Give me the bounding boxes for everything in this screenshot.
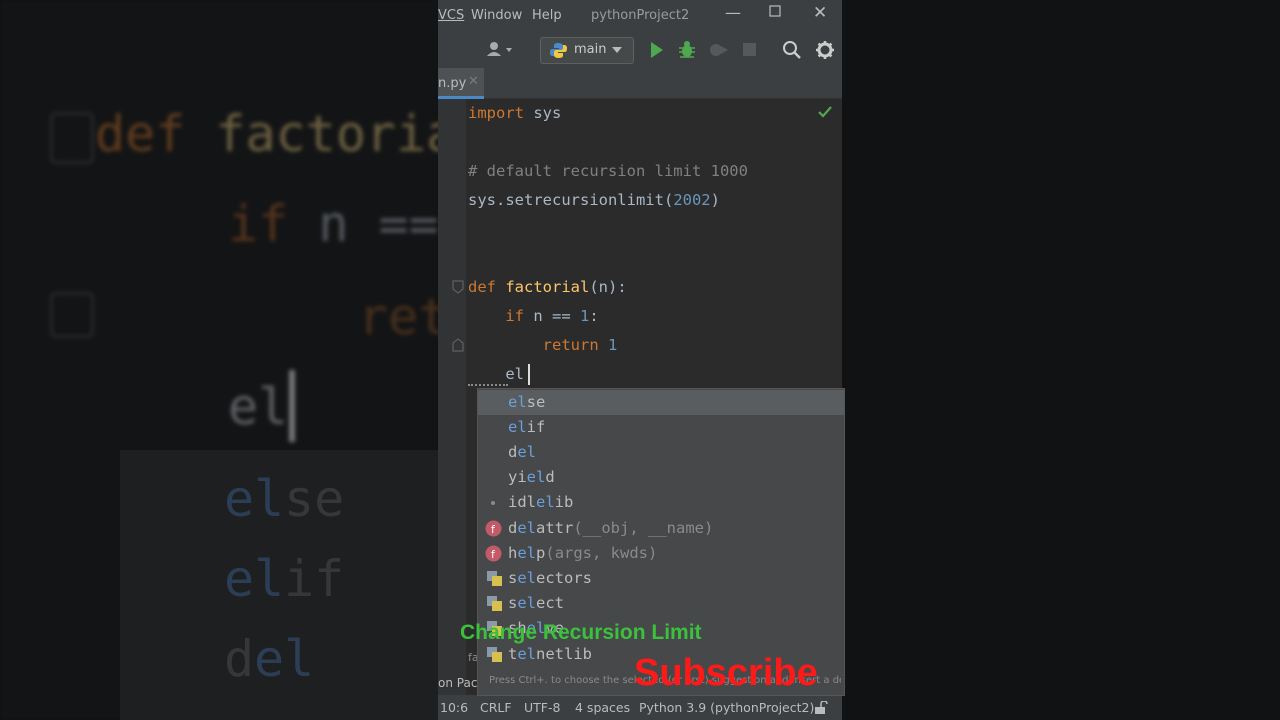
tab-main-py[interactable]: n.py ✕	[438, 68, 484, 99]
code-line-1: import sys	[468, 104, 562, 122]
bg-fold-marker	[50, 112, 94, 164]
bg-item-del-match: el	[254, 630, 315, 688]
bg-fold-marker-2	[50, 292, 94, 338]
maximize-button[interactable]	[769, 5, 781, 21]
close-button[interactable]: ✕	[813, 3, 827, 23]
inspection-ok-icon[interactable]	[818, 106, 832, 118]
coverage-icon[interactable]	[709, 41, 729, 59]
fold-open-icon[interactable]	[452, 280, 464, 294]
stop-icon[interactable]	[743, 43, 757, 57]
debug-icon[interactable]	[678, 40, 696, 60]
caret-position[interactable]: 10:6	[440, 700, 468, 715]
error-squiggle	[468, 382, 508, 386]
completion-item-else[interactable]: else	[478, 390, 844, 415]
background-right-panel	[842, 0, 1280, 720]
code-line-8: if n == 1:	[505, 307, 599, 325]
code-line-10: el	[505, 365, 524, 383]
video-caption-title: Change Recursion Limit	[460, 621, 702, 644]
bg-code-typed: el	[228, 378, 289, 436]
bg-code-def: def factorial	[95, 105, 487, 163]
code-line-3: # default recursion limit 1000	[468, 162, 748, 180]
maximize-icon	[769, 5, 781, 17]
completion-item-idlelib[interactable]: idlelib	[478, 490, 844, 515]
line-separator[interactable]: CRLF	[480, 700, 512, 715]
completion-item-select[interactable]: select	[478, 591, 844, 616]
text-cursor	[528, 364, 530, 385]
completion-item-yield[interactable]: yield	[478, 465, 844, 490]
search-icon[interactable]	[782, 40, 802, 60]
lock-open-icon[interactable]	[814, 701, 828, 714]
file-encoding[interactable]: UTF-8	[524, 700, 560, 715]
python-icon	[550, 43, 567, 58]
bg-code-if: if n ==	[228, 195, 469, 253]
status-bar: 10:6 CRLF UTF-8 4 spaces Python 3.9 (pyt…	[438, 695, 842, 720]
menu-bar: VCS Window Help pythonProject2 — ✕	[438, 0, 842, 32]
code-line-9: return 1	[542, 336, 618, 354]
function-icon: f	[485, 545, 502, 562]
code-line-4: sys.setrecursionlimit(2002)	[468, 191, 720, 209]
run-config-label: main	[574, 42, 607, 57]
main-toolbar: main	[438, 32, 842, 68]
tab-close-icon[interactable]: ✕	[468, 74, 479, 89]
menu-vcs[interactable]: VCS	[438, 8, 464, 23]
completion-item-delattr[interactable]: f delattr(__obj, __name)	[478, 516, 844, 541]
chevron-down-icon	[612, 47, 622, 53]
python-module-icon	[487, 647, 502, 662]
python-module-icon	[487, 571, 502, 586]
bg-item-del: d	[224, 630, 255, 688]
run-config-selector[interactable]: main	[540, 37, 634, 64]
bg-item-elif-rest: if	[284, 550, 345, 608]
editor-gutter	[438, 99, 466, 695]
menu-help[interactable]: Help	[532, 8, 562, 23]
user-account-icon[interactable]	[486, 41, 514, 59]
run-icon[interactable]	[649, 41, 665, 59]
python-module-icon	[487, 596, 502, 611]
module-dot-icon	[491, 501, 495, 505]
completion-item-selectors[interactable]: selectors	[478, 566, 844, 591]
minimize-button[interactable]: —	[725, 3, 741, 22]
indent-setting[interactable]: 4 spaces	[575, 700, 630, 715]
gear-icon[interactable]	[815, 40, 835, 60]
menu-window[interactable]: Window	[471, 8, 522, 23]
tab-label: n.py	[438, 76, 467, 91]
window-title: pythonProject2	[591, 8, 690, 23]
background-popup: el se el if d el	[120, 450, 438, 720]
function-icon: f	[485, 520, 502, 537]
completion-item-del[interactable]: del	[478, 440, 844, 465]
bg-cursor	[289, 370, 295, 442]
completion-item-elif[interactable]: elif	[478, 415, 844, 440]
fold-close-icon[interactable]	[452, 338, 464, 352]
code-line-7: def factorial(n):	[468, 278, 627, 296]
bg-item-else: el	[224, 470, 285, 528]
python-interpreter[interactable]: Python 3.9 (pythonProject2)	[639, 700, 814, 715]
editor-tab-bar: n.py ✕	[438, 68, 842, 99]
code-completion-popup: else elif del yield idlelib f delattr(__…	[477, 388, 845, 696]
bg-item-elif: el	[224, 550, 285, 608]
completion-item-help[interactable]: f help(args, kwds)	[478, 541, 844, 566]
bg-item-else-rest: se	[284, 470, 345, 528]
subscribe-overlay: Subscribe	[634, 652, 818, 694]
